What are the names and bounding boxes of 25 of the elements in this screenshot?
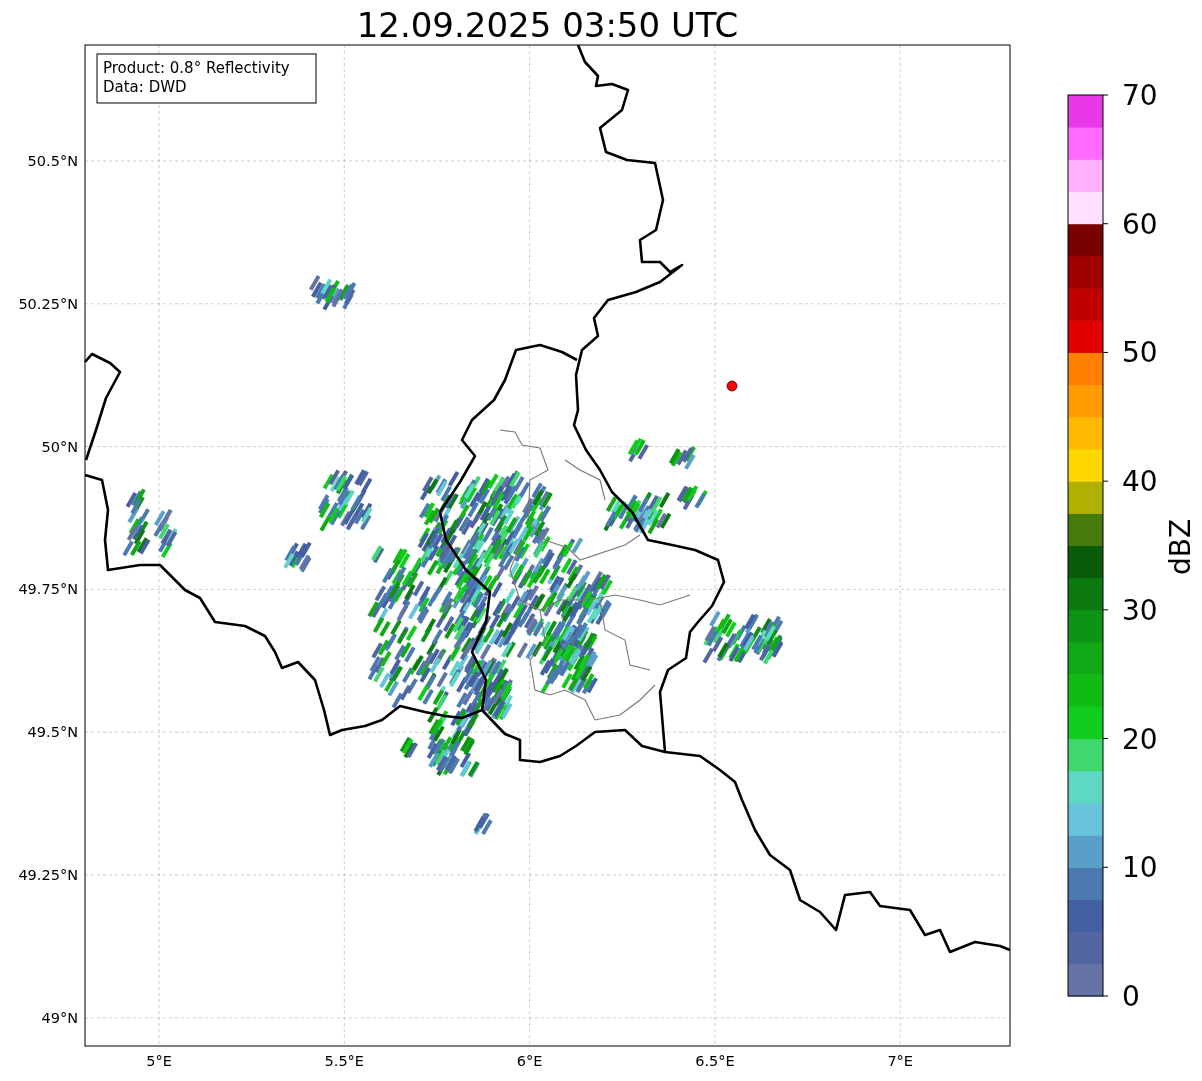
chart-title: 12.09.2025 03:50 UTC	[356, 5, 739, 45]
longitude-label: 5°E	[146, 1053, 172, 1069]
colorbar-tick-label: 20	[1122, 722, 1158, 756]
colorbar-tick-label: 40	[1122, 465, 1158, 499]
colorbar-tick-label: 60	[1122, 207, 1158, 241]
latitude-label: 49.25°N	[18, 867, 78, 883]
latitude-label: 49.75°N	[18, 581, 78, 598]
colorbar-tick-label: 10	[1122, 851, 1158, 885]
latitude-label: 49.5°N	[27, 724, 78, 741]
longitude-label: 5.5°E	[324, 1053, 365, 1069]
colorbar-label: dBZ	[1164, 518, 1197, 576]
source-label: Data: DWD	[103, 78, 187, 96]
colorbar-tick-label: 30	[1122, 593, 1158, 627]
longitude-label: 6°E	[516, 1053, 543, 1069]
longitude-label: 6.5°E	[695, 1053, 735, 1069]
latitude-label: 49°N	[41, 1009, 78, 1026]
colorbar-tick-label: 70	[1122, 79, 1158, 112]
latitude-label: 50.5°N	[27, 153, 78, 169]
latitude-label: 50.25°N	[18, 295, 78, 312]
colorbar-tick-label: 50	[1122, 336, 1158, 370]
colorbar-tick-label: 0	[1122, 980, 1140, 1013]
product-label: Product: 0.8° Reflectivity	[103, 59, 290, 77]
location-marker	[726, 380, 738, 392]
latitude-label: 50°N	[41, 438, 78, 455]
longitude-label: 7°E	[887, 1053, 913, 1069]
